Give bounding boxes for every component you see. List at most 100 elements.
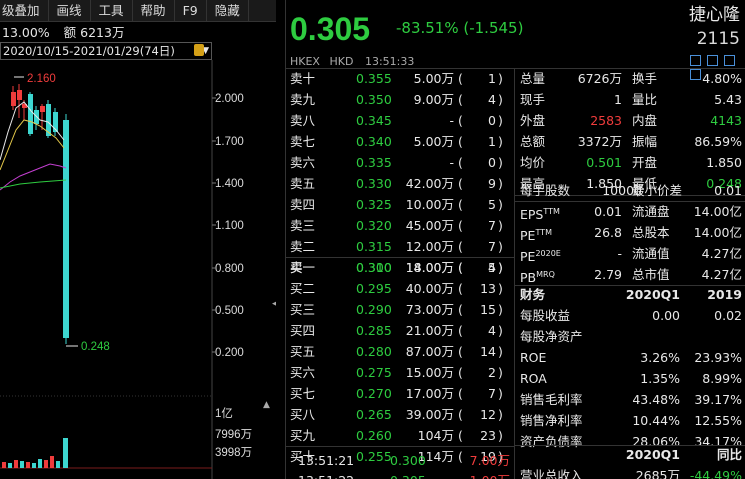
ask-paren-open: ( [458, 197, 463, 212]
ask-row[interactable]: 卖十 0.355 5.00万 (1) [290, 68, 512, 90]
bid-row[interactable]: 买四 0.285 21.00万 (4) [290, 320, 512, 342]
stat-label-text: 外盘 [520, 113, 546, 128]
stat-label: 总量 [520, 68, 545, 90]
expand-up-icon: ▲ [263, 400, 270, 410]
edit-icon[interactable] [690, 55, 701, 66]
ask-order-count: 9 [488, 176, 496, 191]
stat-label-sup: MRQ [536, 270, 555, 279]
ask-row[interactable]: 卖八 0.345 -(0) [290, 110, 512, 132]
ask-volume: 5.00万 [413, 71, 454, 86]
ask-paren-close: ) [498, 71, 503, 86]
bid-level-label: 买四 [290, 323, 316, 338]
stat-value: 6726万 [577, 71, 622, 86]
bid-price: 0.270 [356, 386, 392, 401]
bid-row[interactable]: 买九 0.260 104万 (23) [290, 425, 512, 447]
price-tick: 0.200 [215, 347, 244, 359]
bid-paren-close: ) [498, 302, 503, 317]
bid-row[interactable]: 买二 0.295 40.00万 (13) [290, 278, 512, 300]
finance-row: 销售净利率 10.44% 12.55% [520, 410, 742, 432]
ask-volume: 45.00万 [405, 218, 454, 233]
stat-row: PE2020E - 流通值 4.27亿 [520, 243, 742, 265]
bid-level-label: 买七 [290, 386, 316, 401]
finance-value: 1.35% [640, 371, 680, 386]
toolbar-hide[interactable]: 隐藏 [207, 0, 249, 22]
toolbar-draw[interactable]: 画线 [49, 0, 91, 22]
stat-value: 1.850 [706, 155, 742, 170]
stat-label: 总额 [520, 131, 545, 153]
bid-price: 0.295 [356, 281, 392, 296]
ask-paren-open: ( [458, 218, 463, 233]
ask-order-count: 4 [488, 92, 496, 107]
ask-level-label: 卖四 [290, 197, 316, 212]
bid-paren-close: ) [498, 407, 503, 422]
bid-paren-close: ) [498, 323, 503, 338]
price-tick: 1.400 [215, 178, 244, 190]
ask-order-count: 7 [488, 239, 496, 254]
alert-bell-icon[interactable] [723, 55, 735, 66]
finance-value: 2685万 [635, 468, 680, 479]
candle-body [40, 106, 45, 112]
toolbar-tools[interactable]: 工具 [91, 0, 133, 22]
date-range-selector[interactable]: 2020/10/15-2021/01/29(74日) ▼ [0, 42, 212, 60]
ask-row[interactable]: 卖二 0.315 12.00万 (7) [290, 236, 512, 258]
ask-paren-open: ( [458, 176, 463, 191]
bid-row[interactable]: 买五 0.280 87.00万 (14) [290, 341, 512, 363]
bid-order-count: 4 [488, 323, 496, 338]
toolbar-help[interactable]: 帮助 [133, 0, 175, 22]
candle-body [11, 92, 16, 106]
ask-row[interactable]: 卖五 0.330 42.00万 (9) [290, 173, 512, 195]
stat-label-text: 总量 [520, 71, 546, 86]
bid-paren-open: ( [458, 344, 463, 359]
bid-level-label: 买一 [290, 260, 316, 275]
ask-price: 0.315 [356, 239, 392, 254]
copy-icon[interactable] [706, 55, 718, 66]
ask-row[interactable]: 卖四 0.325 10.00万 (5) [290, 194, 512, 216]
bid-price: 0.280 [356, 344, 392, 359]
finance-label: ROE [520, 350, 547, 365]
toolbar-overlay[interactable]: 级叠加 [0, 0, 49, 22]
finance-row: 每股净资产 [520, 326, 742, 348]
bid-row[interactable]: 买七 0.270 17.00万 (7) [290, 383, 512, 405]
ask-volume: 42.00万 [405, 176, 454, 191]
ask-paren-close: ) [498, 113, 503, 128]
bid-paren-close: ) [498, 386, 503, 401]
bid-row[interactable]: 买六 0.275 15.00万 (2) [290, 362, 512, 384]
ask-row[interactable]: 卖六 0.335 -(0) [290, 152, 512, 174]
lock-icon[interactable] [194, 44, 204, 56]
stat-value: 4143 [710, 113, 742, 128]
ask-paren-open: ( [458, 113, 463, 128]
ask-row[interactable]: 卖三 0.320 45.00万 (7) [290, 215, 512, 237]
bid-order-count: 23 [480, 428, 496, 443]
trade-amount: 额 6213万 [63, 25, 125, 40]
bid-order-count: 13 [480, 281, 496, 296]
ask-row[interactable]: 卖七 0.340 5.00万 (1) [290, 131, 512, 153]
volume-tick: 1亿 [215, 407, 233, 420]
bid-row[interactable]: 买八 0.265 39.00万 (12) [290, 404, 512, 426]
bid-volume: 104万 [417, 428, 454, 443]
finance-header-2: 2020Q1 同比 [520, 444, 742, 466]
stat-label: 总市值 [632, 267, 670, 282]
bid-order-count: 4 [488, 260, 496, 275]
stat-value: 86.59% [694, 134, 742, 149]
ask-volume: 5.00万 [413, 134, 454, 149]
bid-paren-close: ) [498, 260, 503, 275]
low-price-label: 0.248 [81, 341, 110, 353]
candle-body [28, 94, 33, 134]
toolbar-f9[interactable]: F9 [175, 0, 207, 22]
ask-volume: - [449, 113, 454, 128]
ask-paren-close: ) [498, 197, 503, 212]
bid-level-label: 买二 [290, 281, 316, 296]
bid-row[interactable]: 买一 0.300 18.00万 (4) [290, 257, 512, 279]
ask-paren-close: ) [498, 155, 503, 170]
bid-order-count: 14 [480, 344, 496, 359]
stat-label-sup: TTM [543, 207, 560, 216]
ask-level-label: 卖九 [290, 92, 316, 107]
ask-paren-close: ) [498, 176, 503, 191]
ask-row[interactable]: 卖九 0.350 9.00万 (4) [290, 89, 512, 111]
stat-row: PETTM 26.8 总股本 14.00亿 [520, 222, 742, 244]
bid-row[interactable]: 买三 0.290 73.00万 (15) [290, 299, 512, 321]
stat-value: - [617, 246, 622, 261]
stat-value: 4.80% [702, 71, 742, 86]
bid-order-count: 12 [480, 407, 496, 422]
tick-volume: 1.00万 [448, 470, 510, 479]
